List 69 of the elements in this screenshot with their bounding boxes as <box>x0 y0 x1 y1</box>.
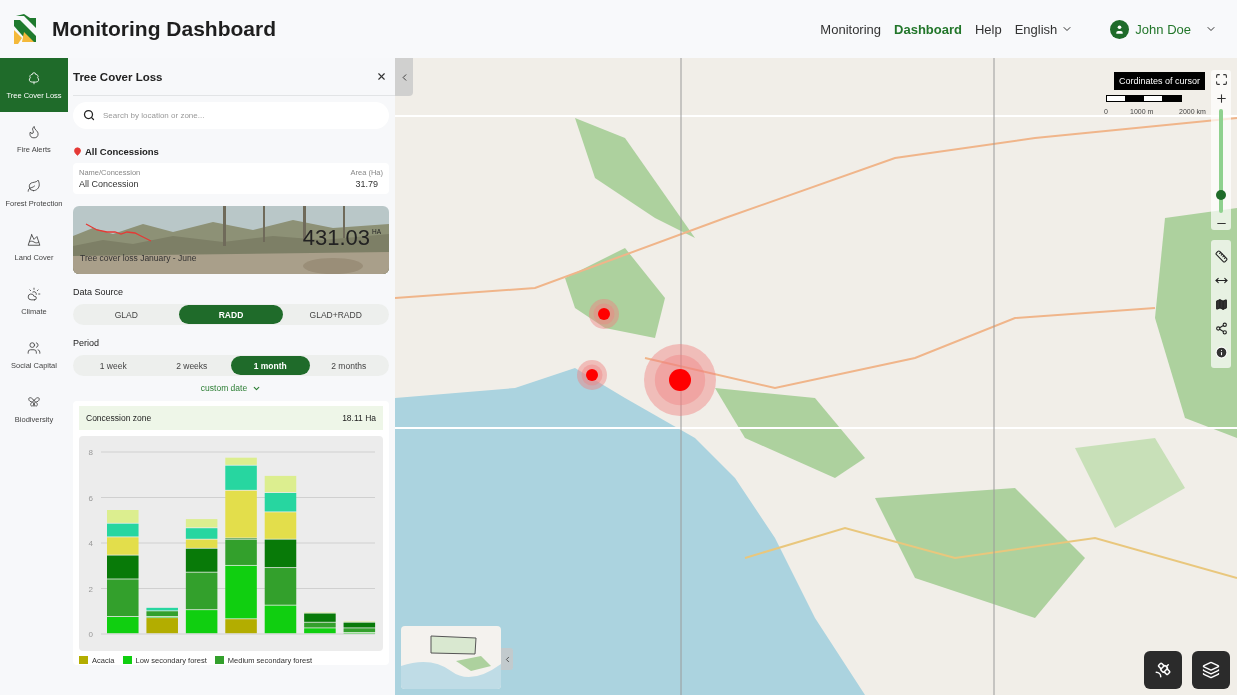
trend-line-drawing <box>85 223 153 244</box>
language-dropdown[interactable]: English <box>1014 21 1074 37</box>
location-title: All Concessions <box>85 146 159 157</box>
section-label: Period <box>73 338 100 348</box>
tick-label: 6 <box>88 493 93 503</box>
share-icon[interactable] <box>1214 321 1228 335</box>
app-title: Monitoring Dashboard <box>52 17 276 41</box>
fullscreen-button[interactable] <box>1214 73 1228 86</box>
user-menu[interactable]: John Doe <box>1110 19 1217 39</box>
panel-title: Tree Cover Loss <box>73 70 163 83</box>
leaf-icon <box>27 178 41 193</box>
alert-marker[interactable] <box>644 344 716 416</box>
zoom-handle[interactable] <box>1216 190 1226 201</box>
chart-bar <box>264 539 297 568</box>
chart-bar <box>185 528 218 539</box>
period-option[interactable]: 1 month <box>231 356 310 375</box>
zoom-in-button[interactable] <box>1214 92 1228 105</box>
nav-link[interactable]: Help <box>974 21 1002 37</box>
chart-bar <box>264 492 297 512</box>
tick-label: 4 <box>88 539 93 548</box>
tree-icon <box>27 70 41 85</box>
tick-label: 2 <box>88 584 93 594</box>
satellite-button[interactable] <box>1144 651 1182 689</box>
close-button[interactable] <box>376 71 387 82</box>
satellite-icon <box>1154 661 1172 679</box>
zone-value: 18.11 Ha <box>342 413 376 423</box>
table-cell-text: All Concession <box>79 179 140 189</box>
nav-link[interactable]: Dashboard <box>894 21 962 37</box>
layers-icon <box>1202 661 1220 679</box>
custom-date-dropdown[interactable]: custom date <box>200 383 262 393</box>
nav-link[interactable]: Monitoring <box>820 21 882 37</box>
cloud-sun-icon <box>27 286 41 301</box>
plus-icon <box>1214 92 1228 105</box>
period-option[interactable]: 2 months <box>309 356 388 375</box>
pin-icon <box>73 147 82 156</box>
people-icon <box>27 340 41 355</box>
zone-label: Concession zone <box>86 413 152 423</box>
cursor-coordinates: Cordinates of cursor <box>1113 72 1205 90</box>
period-option[interactable]: 2 weeks <box>152 356 231 375</box>
info-icon[interactable] <box>1214 345 1228 359</box>
fullscreen-icon <box>1214 73 1228 86</box>
ruler-icon[interactable] <box>1214 249 1228 263</box>
table-cell-text: 31.79 <box>354 179 379 189</box>
chart-bar <box>264 605 297 634</box>
close-icon <box>376 71 387 82</box>
layers-button[interactable] <box>1192 651 1230 689</box>
butterfly-icon <box>27 394 41 409</box>
chart-bar <box>264 475 297 493</box>
chart-bar <box>107 523 139 537</box>
chart-bar <box>264 512 297 539</box>
search-icon <box>83 109 95 121</box>
source-option[interactable]: GLAD+RADD <box>283 305 388 324</box>
chart-bar <box>185 519 218 528</box>
chart-bar <box>264 568 297 605</box>
search-field[interactable]: Search by location or zone... <box>73 102 389 129</box>
flame-icon <box>27 124 41 139</box>
summary-caption: Tree cover loss January - June <box>80 253 197 263</box>
source-option[interactable]: RADD <box>178 305 284 324</box>
zoom-slider[interactable] <box>1219 109 1223 213</box>
alert-marker[interactable] <box>577 360 607 390</box>
map-icon[interactable] <box>1214 297 1228 311</box>
mountain-icon <box>27 232 41 247</box>
alert-marker[interactable] <box>589 299 619 329</box>
period-option[interactable]: 1 week <box>74 356 153 375</box>
source-option[interactable]: GLAD <box>74 305 179 324</box>
section-label: Data Source <box>73 287 125 297</box>
chart-bar <box>107 510 139 523</box>
chart-bar <box>107 537 139 555</box>
tick-label: 8 <box>88 448 93 457</box>
